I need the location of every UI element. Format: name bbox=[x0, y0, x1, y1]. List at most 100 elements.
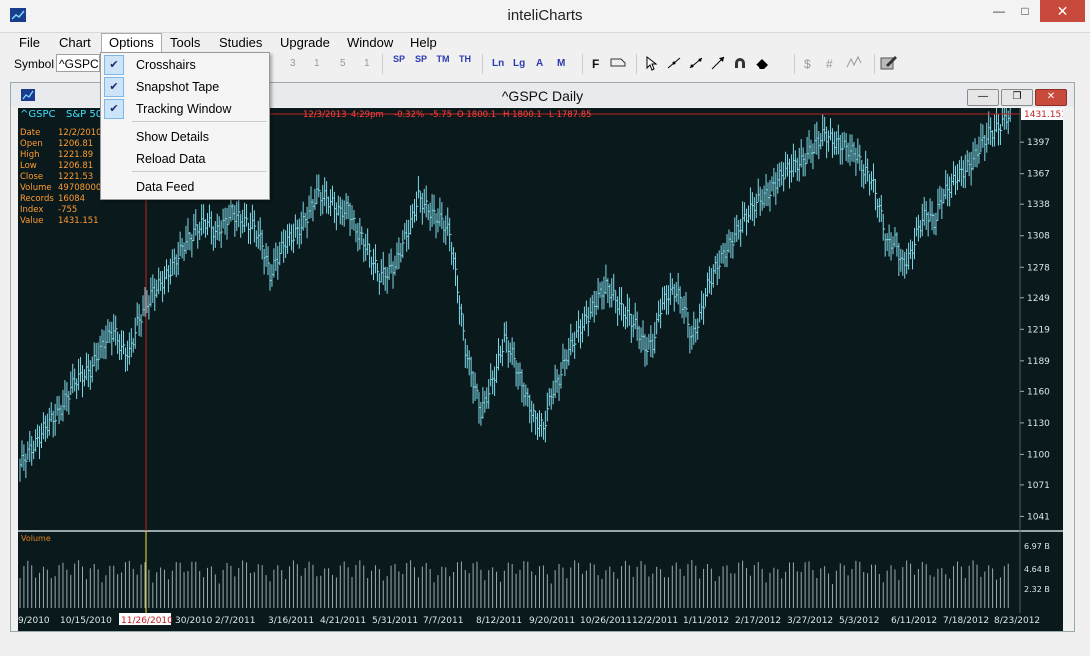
period-button[interactable]: 5 bbox=[340, 55, 346, 73]
pointer-icon[interactable] bbox=[644, 55, 658, 73]
detail-label: Low bbox=[20, 161, 37, 171]
period-button[interactable]: 3 bbox=[290, 55, 296, 73]
label-tool-icon[interactable] bbox=[610, 55, 626, 73]
menu-studies[interactable]: Studies bbox=[212, 34, 269, 52]
menu-item-label: Show Details bbox=[136, 130, 209, 144]
y-tick-label: 1219 bbox=[1027, 325, 1050, 335]
dollar-button[interactable]: $ bbox=[804, 55, 811, 73]
detail-label: High bbox=[20, 150, 40, 160]
tape-value: -0.32% bbox=[394, 110, 424, 120]
menu-item-crosshairs[interactable]: ✔ Crosshairs bbox=[101, 54, 269, 76]
y-tick-label: 1367 bbox=[1027, 170, 1050, 180]
detail-label: Index bbox=[20, 205, 43, 215]
hash-button[interactable]: # bbox=[826, 55, 833, 73]
detail-value: 1221.89 bbox=[58, 150, 93, 160]
scroll-button[interactable]: SP bbox=[390, 55, 408, 73]
period-button[interactable]: 1 bbox=[314, 55, 320, 73]
menu-item-label: Data Feed bbox=[136, 180, 195, 194]
menu-item-label: Reload Data bbox=[136, 152, 206, 166]
detail-label: Close bbox=[20, 172, 43, 182]
chart-minimize-button[interactable]: — bbox=[967, 89, 999, 106]
chart-symbol: ^GSPC bbox=[20, 109, 56, 120]
volume-label: Volume bbox=[21, 534, 51, 543]
menu-chart[interactable]: Chart bbox=[52, 34, 98, 52]
menu-separator bbox=[132, 121, 267, 122]
magnet-icon[interactable] bbox=[732, 55, 748, 73]
scroll-button[interactable]: SP bbox=[412, 55, 430, 73]
title-bar: inteliCharts — □ ✕ bbox=[0, 0, 1090, 33]
chart-close-button[interactable]: ✕ bbox=[1035, 89, 1067, 106]
x-tick-label: 5/31/2011 bbox=[372, 616, 418, 626]
menu-item-label: Tracking Window bbox=[136, 102, 232, 116]
x-tick-label: 9/2010 bbox=[18, 616, 50, 626]
x-tick-label: 3/16/2011 bbox=[268, 616, 314, 626]
symbol-input[interactable]: ^GSPC bbox=[56, 54, 100, 72]
y-tick-label: 1160 bbox=[1027, 387, 1050, 397]
arrow-tool-icon[interactable] bbox=[710, 55, 726, 73]
menu-item-label: Snapshot Tape bbox=[136, 80, 220, 94]
chart-name: S&P 50 bbox=[66, 109, 102, 120]
chart-restore-button[interactable]: ❐ bbox=[1001, 89, 1033, 106]
toolbar-separator bbox=[636, 54, 637, 74]
menu-file[interactable]: File bbox=[12, 34, 47, 52]
menu-separator bbox=[132, 171, 267, 172]
scroll-button[interactable]: TH bbox=[456, 55, 474, 73]
menu-window[interactable]: Window bbox=[340, 34, 400, 52]
checkmark-icon: ✔ bbox=[104, 77, 124, 97]
menu-tools[interactable]: Tools bbox=[163, 34, 207, 52]
x-tick-label: 8/12/2011 bbox=[476, 616, 522, 626]
x-tick-label: 12/2/2011 bbox=[632, 616, 678, 626]
y-tick-label: 1189 bbox=[1027, 357, 1050, 367]
x-tick-label: 1/11/2012 bbox=[683, 616, 729, 626]
detail-value: 16084 bbox=[58, 194, 85, 204]
detail-value: 1221.53 bbox=[58, 172, 93, 182]
y-tick-label: 1041 bbox=[1027, 512, 1050, 522]
y-tick-label: 1071 bbox=[1027, 481, 1050, 491]
edit-icon[interactable] bbox=[880, 55, 898, 73]
window-title: inteliCharts bbox=[507, 7, 583, 24]
scale-button[interactable]: Ln bbox=[492, 55, 504, 73]
tape-value: 12/3/2013 bbox=[303, 110, 347, 120]
minimize-button[interactable]: — bbox=[986, 0, 1012, 22]
tape-value: O 1800.1 bbox=[457, 110, 496, 120]
scale-button[interactable]: Lg bbox=[513, 55, 525, 73]
menu-item-data-feed[interactable]: Data Feed bbox=[101, 176, 269, 198]
x-tick-label: 5/3/2012 bbox=[839, 616, 879, 626]
x-tick-label: 8/23/2012 bbox=[994, 616, 1040, 626]
x-tick-label: 7/18/2012 bbox=[943, 616, 989, 626]
scroll-button[interactable]: TM bbox=[434, 55, 452, 73]
period-button[interactable]: 1 bbox=[364, 55, 370, 73]
x-tick-label: 7/7/2011 bbox=[423, 616, 463, 626]
menu-item-tracking-window[interactable]: ✔ Tracking Window bbox=[101, 98, 269, 120]
tape-value: L 1787.85 bbox=[549, 110, 592, 120]
menu-item-show-details[interactable]: Show Details bbox=[101, 126, 269, 148]
f-button[interactable]: F bbox=[592, 55, 599, 73]
checkmark-icon: ✔ bbox=[104, 55, 124, 75]
current-price-label: 1431.151 bbox=[1024, 110, 1063, 120]
menu-upgrade[interactable]: Upgrade bbox=[273, 34, 337, 52]
toolbar-separator bbox=[382, 54, 383, 74]
tape-value: -5.75 bbox=[430, 110, 452, 120]
line-tool-icon[interactable] bbox=[666, 55, 682, 73]
y-tick-label: 1100 bbox=[1027, 450, 1050, 460]
menu-item-reload-data[interactable]: Reload Data bbox=[101, 148, 269, 170]
menu-item-snapshot-tape[interactable]: ✔ Snapshot Tape bbox=[101, 76, 269, 98]
x-tick-label: 2/7/2011 bbox=[215, 616, 255, 626]
y-tick-label: 1397 bbox=[1027, 138, 1050, 148]
y-tick-label: 1278 bbox=[1027, 263, 1050, 273]
eraser-icon[interactable] bbox=[754, 55, 770, 73]
tape-value: H 1800.1 bbox=[503, 110, 542, 120]
x-tick-label: 30/2010 bbox=[175, 616, 213, 626]
menu-help[interactable]: Help bbox=[403, 34, 444, 52]
scale-button[interactable]: A bbox=[536, 55, 543, 73]
detail-value: 12/2/2010 bbox=[58, 128, 102, 138]
scale-button[interactable]: M bbox=[557, 55, 565, 73]
toolbar-separator bbox=[874, 54, 875, 74]
close-button[interactable]: ✕ bbox=[1040, 0, 1085, 22]
wave-icon[interactable] bbox=[846, 55, 864, 73]
menu-options[interactable]: Options bbox=[101, 33, 162, 52]
trend-tool-icon[interactable] bbox=[688, 55, 704, 73]
menu-bar: File Chart Options Tools Studies Upgrade Windo… bbox=[8, 32, 1084, 52]
maximize-button[interactable]: □ bbox=[1012, 0, 1038, 22]
x-tick-label: 10/26/2011 bbox=[580, 616, 632, 626]
